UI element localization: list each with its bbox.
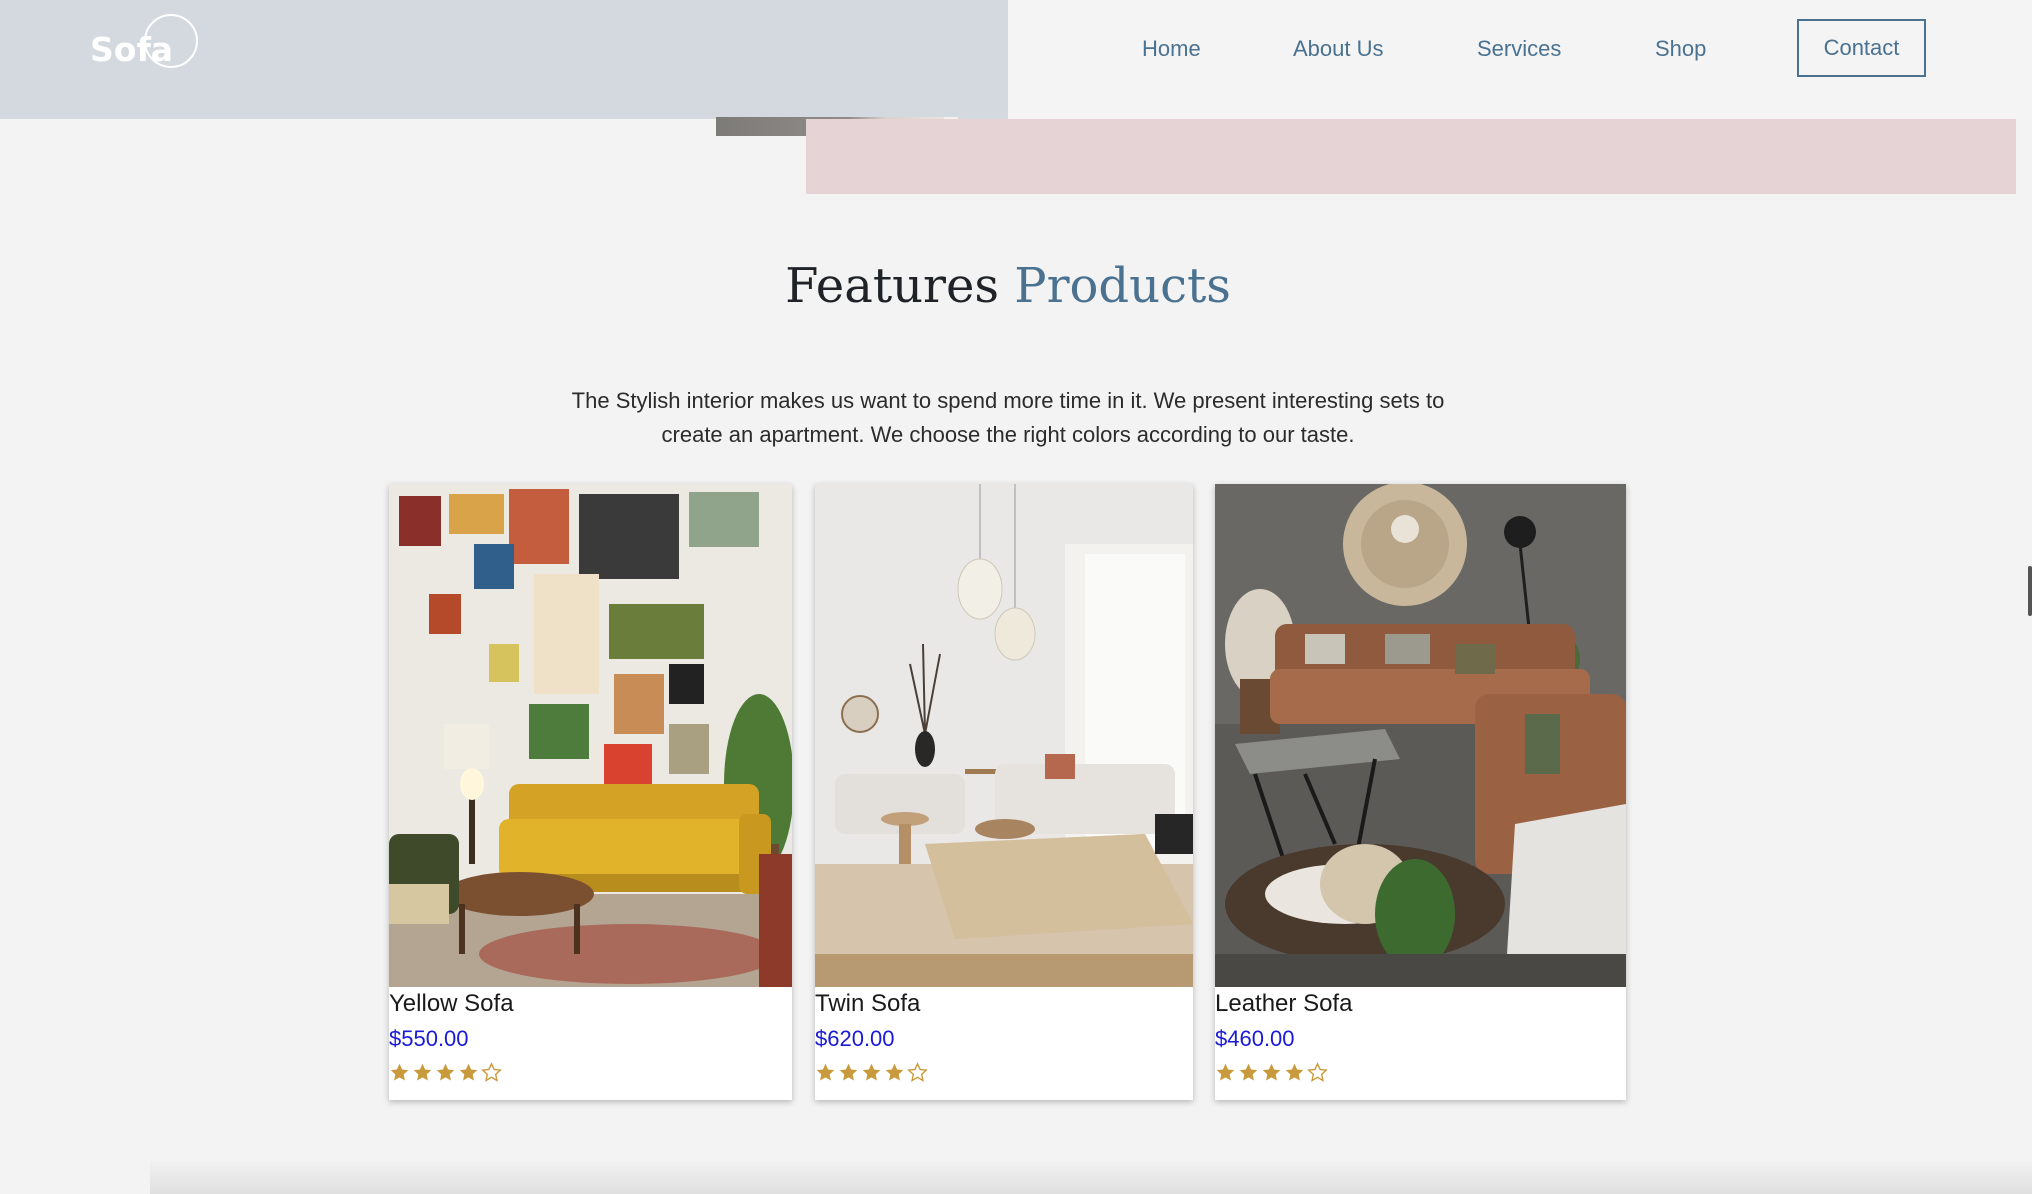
side-scroll-handle[interactable]: [2028, 566, 2032, 616]
product-price: $620.00: [815, 1026, 895, 1051]
nav-item-shop[interactable]: Shop: [1655, 36, 1706, 62]
star-empty-icon: [907, 1062, 928, 1086]
product-name[interactable]: Leather Sofa: [1215, 990, 1352, 1018]
white-living-room-image: [815, 484, 1193, 987]
star-filled-icon: [884, 1062, 905, 1086]
product-image-twin-sofa[interactable]: [815, 484, 1193, 987]
star-filled-icon: [838, 1062, 859, 1086]
star-filled-icon: [1261, 1062, 1282, 1086]
nav-item-home[interactable]: Home: [1142, 36, 1201, 62]
product-card-twin-sofa[interactable]: Twin Sofa $620.00: [815, 484, 1193, 1100]
star-filled-icon: [435, 1062, 456, 1086]
product-name[interactable]: Yellow Sofa: [389, 990, 514, 1018]
hero-decor-band: [806, 119, 2016, 194]
logo-text: Sofa: [90, 30, 174, 69]
star-empty-icon: [1307, 1062, 1328, 1086]
product-name[interactable]: Twin Sofa: [815, 990, 920, 1018]
product-card-leather-sofa[interactable]: Leather Sofa $460.00: [1215, 484, 1626, 1100]
product-card-yellow-sofa[interactable]: Yellow Sofa $550.00: [389, 484, 792, 1100]
product-price: $550.00: [389, 1026, 469, 1051]
star-filled-icon: [815, 1062, 836, 1086]
product-image-leather-sofa[interactable]: [1215, 484, 1626, 987]
star-filled-icon: [458, 1062, 479, 1086]
section-description: The Stylish interior makes us want to sp…: [571, 388, 1445, 447]
product-rating: [389, 1062, 502, 1086]
logo-link[interactable]: Sofa: [90, 14, 200, 74]
product-rating: [1215, 1062, 1328, 1086]
product-image-yellow-sofa[interactable]: [389, 484, 792, 987]
next-section-shadow: [150, 1158, 2032, 1194]
nav-item-about-us[interactable]: About Us: [1293, 36, 1384, 62]
star-filled-icon: [1238, 1062, 1259, 1086]
star-empty-icon: [481, 1062, 502, 1086]
section-title: Features Products: [0, 258, 2016, 314]
star-filled-icon: [389, 1062, 410, 1086]
section-title-accent: Products: [1014, 258, 1231, 314]
star-filled-icon: [1284, 1062, 1305, 1086]
product-price: $460.00: [1215, 1026, 1295, 1051]
product-rating: [815, 1062, 928, 1086]
section-title-main: Features: [785, 258, 1015, 314]
star-filled-icon: [1215, 1062, 1236, 1086]
nav-item-services[interactable]: Services: [1477, 36, 1561, 62]
contact-button[interactable]: Contact: [1797, 19, 1926, 77]
leather-living-room-image: [1215, 484, 1626, 987]
star-filled-icon: [861, 1062, 882, 1086]
living-room-gallery-image: [389, 484, 792, 987]
star-filled-icon: [412, 1062, 433, 1086]
